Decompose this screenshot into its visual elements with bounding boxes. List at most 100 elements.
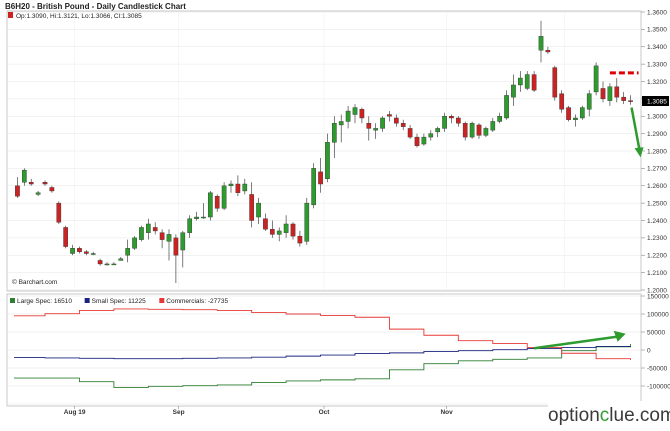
candle <box>304 197 310 245</box>
candle-body <box>621 96 627 101</box>
candle-body <box>455 117 461 124</box>
barchart-credit: © Barchart.com <box>12 278 57 286</box>
candle-body <box>269 228 275 235</box>
candle-body <box>566 107 571 120</box>
candle-body <box>77 248 82 252</box>
candle <box>552 65 558 101</box>
candle-body <box>380 117 385 129</box>
candle-body <box>132 237 137 249</box>
candle-body <box>559 93 565 110</box>
candlestick-and-cot-chart: B6H20 - British Pound - Daily Candlestic… <box>5 2 670 416</box>
candle-body <box>421 136 427 145</box>
candle-body <box>511 84 516 98</box>
candle-body <box>256 202 261 218</box>
candle <box>566 105 571 122</box>
candle-body <box>104 263 110 266</box>
candle-body <box>393 117 399 124</box>
candle-body <box>28 182 34 185</box>
price-y-tick-label: 1.3300 <box>647 61 667 68</box>
price-y-tick-label: 1.3600 <box>647 9 667 16</box>
candle-body <box>524 74 530 89</box>
candle-body <box>593 65 599 93</box>
candle-body <box>600 88 606 100</box>
ohlc-legend: Op:1.3090, Hi:1.3121, Lo:1.3066, Cl:1.30… <box>16 13 142 20</box>
candle-body <box>139 227 144 240</box>
candle-body <box>187 218 193 233</box>
candle-body <box>201 216 206 219</box>
price-y-tick-label: 1.2600 <box>647 183 667 190</box>
cot-legend-swatch <box>10 298 15 303</box>
candle-body <box>545 50 551 53</box>
watermark-accent-letter: c <box>599 405 610 426</box>
price-y-tick-label: 1.2800 <box>647 148 667 155</box>
candle-body <box>283 223 289 233</box>
candle-body <box>462 122 468 138</box>
candle-body <box>366 122 372 129</box>
candle-body <box>194 216 199 219</box>
candle-body <box>331 122 337 143</box>
candle-body <box>63 227 69 247</box>
candle-body <box>159 232 165 240</box>
candle <box>63 225 69 249</box>
candle-body <box>338 121 344 126</box>
x-tick-label: Nov <box>440 409 453 416</box>
cot-y-tick-label: 0 <box>647 347 651 354</box>
candle-body <box>242 183 248 192</box>
candle-body <box>207 192 213 218</box>
price-y-tick-label: 1.3500 <box>647 27 667 34</box>
candle-body <box>573 117 578 120</box>
candle-body <box>497 116 503 122</box>
candle-body <box>304 202 310 242</box>
cot-y-tick-label: -50000 <box>647 365 668 372</box>
price-y-tick-label: 1.2200 <box>647 253 667 260</box>
watermark-text-end: lue.com <box>609 405 670 426</box>
candle-body <box>359 109 365 119</box>
candle-body <box>145 223 151 233</box>
candle <box>593 62 599 96</box>
x-axis: Aug 19SepOctNovDec <box>64 406 571 416</box>
candle-body <box>476 124 482 136</box>
candle-body <box>628 100 633 102</box>
candle-body <box>504 95 509 119</box>
price-y-tick-label: 1.2400 <box>647 218 667 225</box>
candle-body <box>249 194 255 221</box>
candle-body <box>449 116 454 119</box>
candle-body <box>97 260 103 265</box>
x-tick-label: Oct <box>319 409 331 416</box>
candle <box>207 190 213 221</box>
cot-y-tick-label: 100000 <box>647 311 669 318</box>
cot-legend-label: Commercials: -27735 <box>166 298 228 305</box>
cot-legend-swatch <box>159 298 165 303</box>
price-y-tick-label: 1.3400 <box>647 44 667 51</box>
candle-body <box>111 263 117 266</box>
candle-body <box>180 232 186 251</box>
candle <box>579 105 585 120</box>
candle-body <box>70 248 75 254</box>
candle-body <box>531 74 537 91</box>
candle-body <box>125 248 131 256</box>
candle-body <box>15 185 20 197</box>
price-y-tick-label: 1.2900 <box>647 131 667 138</box>
candle-body <box>152 227 158 232</box>
candle-body <box>173 237 179 256</box>
candle-body <box>290 223 296 237</box>
candle-body <box>552 67 558 98</box>
candle <box>221 182 227 211</box>
candle-body <box>166 234 172 242</box>
candle-body <box>345 110 351 122</box>
candle <box>483 126 489 138</box>
candle-body <box>118 258 124 261</box>
candle-body <box>538 36 544 51</box>
candle-body <box>214 195 220 209</box>
candle <box>469 121 475 139</box>
candle-body <box>21 169 27 183</box>
candle-body <box>297 235 303 244</box>
candle-body <box>263 218 268 230</box>
cot-y-tick-label: -100000 <box>647 383 670 390</box>
candle-body <box>407 128 413 138</box>
cot-legend: Large Spec: 16510 Small Spec: 11225 Commer… <box>10 298 228 305</box>
candle-body <box>311 168 317 206</box>
candle-body <box>221 185 227 209</box>
x-tick-label: Aug 19 <box>64 409 86 416</box>
cot-legend-label: Small Spec: 11225 <box>92 298 146 305</box>
